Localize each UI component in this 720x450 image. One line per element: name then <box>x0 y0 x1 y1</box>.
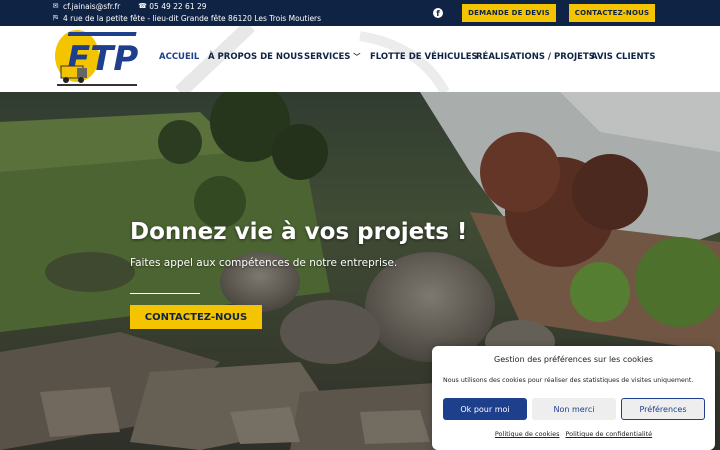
cookie-consent-banner: Gestion des préférences sur les cookies … <box>432 346 715 450</box>
nav-item-services[interactable]: SERVICES ﹀ <box>304 52 360 62</box>
address-text: 4 rue de la petite fête - lieu-dit Grand… <box>63 14 322 23</box>
email-link[interactable]: cf.jainais@sfr.fr <box>63 2 120 11</box>
site-logo[interactable]: FTP <box>55 30 139 88</box>
hero-contact-button[interactable]: CONTACTEZ-NOUS <box>130 305 262 329</box>
email-icon: ✉ <box>52 2 59 10</box>
nav-item-accueil[interactable]: ACCUEIL <box>159 52 199 62</box>
nav-item-flotte[interactable]: FLOTTE DE VÉHICULES <box>370 52 478 62</box>
nav-item-realisations[interactable]: RÉALISATIONS / PROJETS <box>476 52 595 62</box>
cookie-accept-button[interactable]: Ok pour moi <box>443 398 527 420</box>
facebook-icon[interactable]: f <box>433 8 443 18</box>
nav-item-services-label: SERVICES <box>304 52 351 62</box>
site-header: FTP ACCUEIL À PROPOS DE NOUS SERVICES ﹀ F… <box>0 26 720 92</box>
quote-request-button[interactable]: DEMANDE DE DEVIS <box>462 4 556 22</box>
cookie-refuse-button[interactable]: Non merci <box>532 398 616 420</box>
chevron-down-icon: ﹀ <box>353 53 361 61</box>
hero-subtitle: Faites appel aux compétences de notre en… <box>130 257 398 269</box>
hero-divider <box>130 293 200 294</box>
hero-title: Donnez vie à vos projets ! <box>130 219 468 245</box>
contact-line: ✉ cf.jainais@sfr.fr ☎ 05 49 22 61 29 <box>52 2 207 11</box>
top-bar: ✉ cf.jainais@sfr.fr ☎ 05 49 22 61 29 ⛿ 4… <box>0 0 720 26</box>
cookie-policy-link[interactable]: Politique de cookies <box>495 430 560 438</box>
nav-item-a-propos[interactable]: À PROPOS DE NOUS <box>208 52 303 62</box>
nav-item-avis[interactable]: AVIS CLIENTS <box>591 52 655 62</box>
privacy-policy-link[interactable]: Politique de confidentialité <box>565 430 652 438</box>
phone-link[interactable]: 05 49 22 61 29 <box>149 2 206 11</box>
cookie-message: Nous utilisons des cookies pour réaliser… <box>443 377 694 384</box>
address-line: ⛿ 4 rue de la petite fête - lieu-dit Gra… <box>52 14 321 23</box>
cookie-title: Gestion des préférences sur les cookies <box>494 355 653 364</box>
cookie-preferences-button[interactable]: Préférences <box>621 398 705 420</box>
top-contact-button[interactable]: CONTACTEZ-NOUS <box>569 4 655 22</box>
phone-icon: ☎ <box>138 2 147 10</box>
location-icon: ⛿ <box>52 14 59 22</box>
cookie-policy-links: Politique de cookies Politique de confid… <box>432 430 715 438</box>
